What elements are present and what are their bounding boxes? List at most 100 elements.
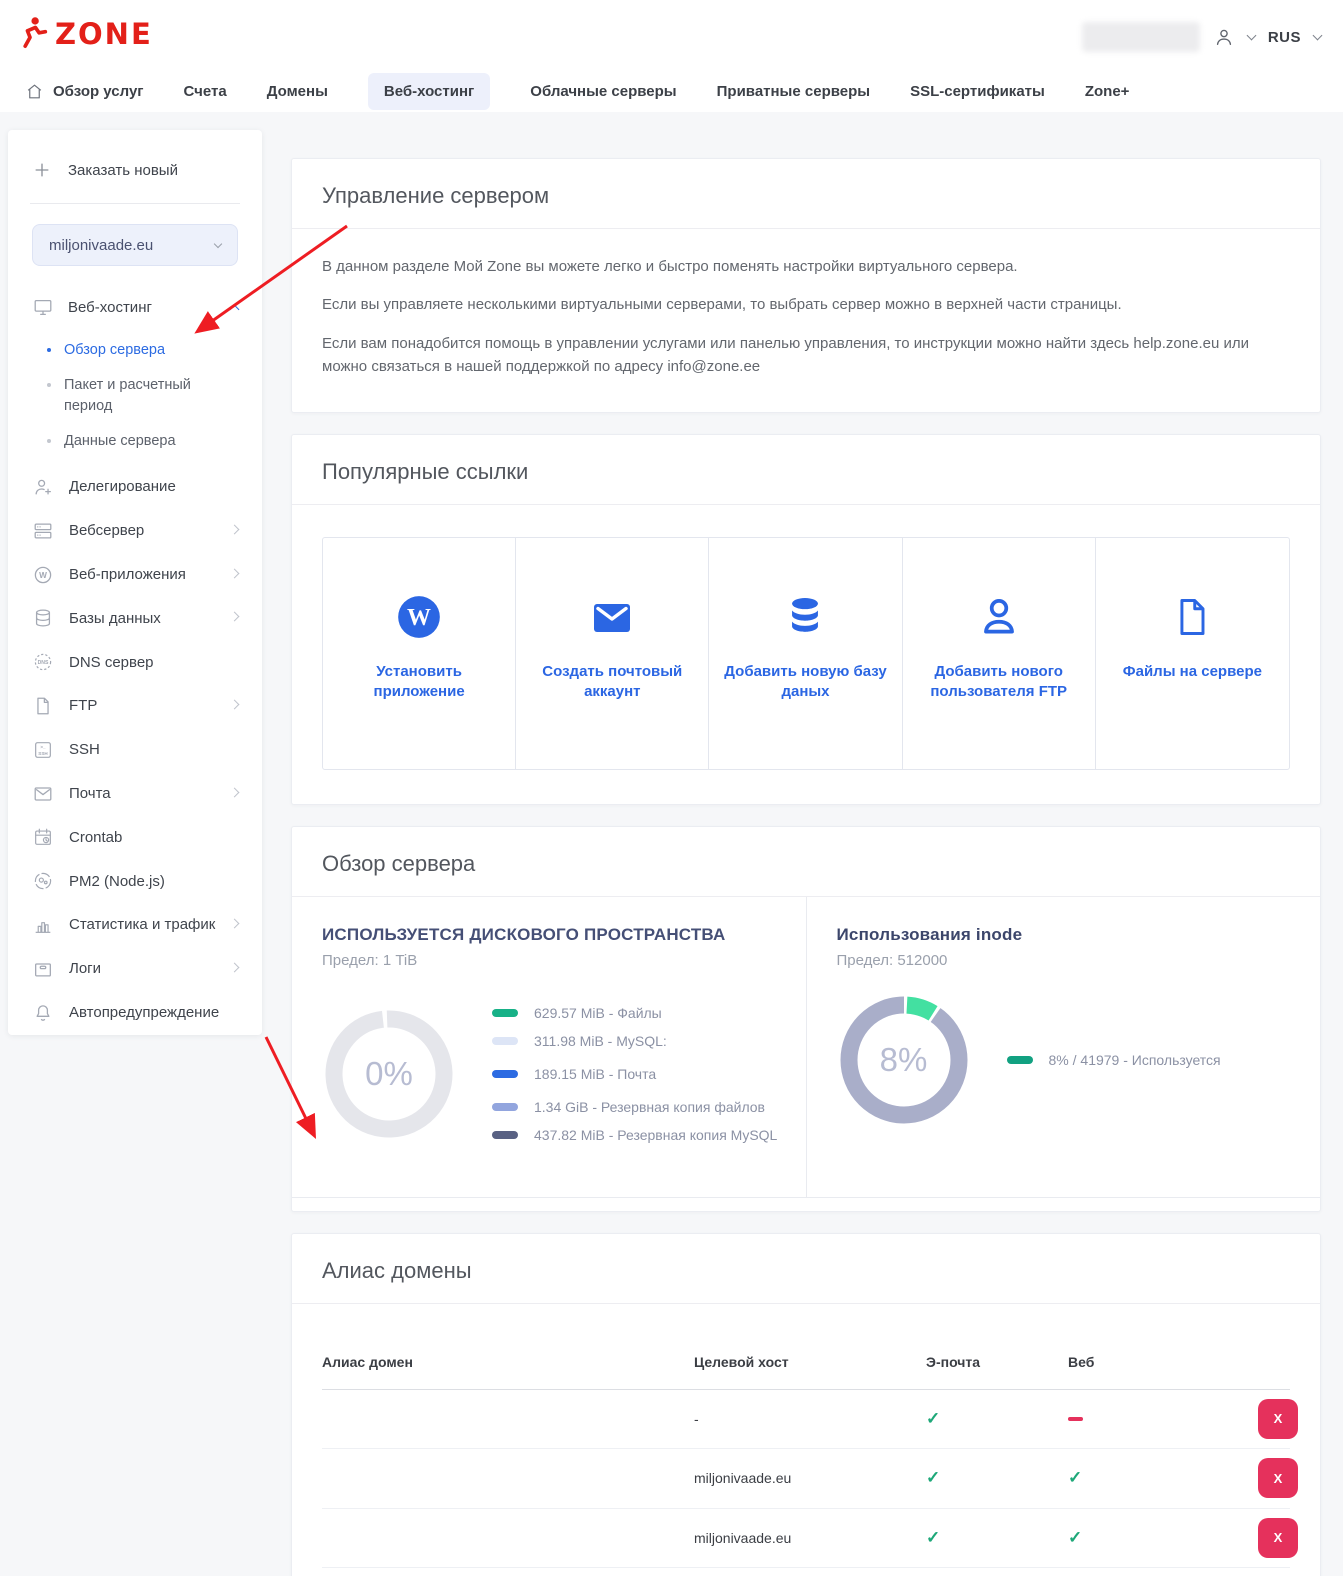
tab-cloud-servers[interactable]: Облачные серверы xyxy=(530,73,676,110)
disk-usage-heading: ИСПОЛЬЗУЕТСЯ ДИСКОВОГО ПРОСТРАНСТВА xyxy=(322,925,782,945)
legend-swatch xyxy=(492,1103,518,1111)
bell-icon xyxy=(32,1002,54,1024)
table-header-row: Алиас домен Целевой хост Э-почта Веб xyxy=(322,1320,1290,1390)
web-status-icon xyxy=(1068,1417,1083,1421)
legend-label: 437.82 MiB - Резервная копия MySQL xyxy=(534,1127,777,1143)
home-icon xyxy=(25,82,44,101)
sidebar-item-ssh[interactable]: >_ SSH SSH xyxy=(32,728,238,772)
sidebar-item-logs[interactable]: Логи xyxy=(32,947,238,991)
delete-alias-button[interactable]: X xyxy=(1258,1399,1298,1439)
wordpress-icon: W xyxy=(32,564,54,586)
legend-swatch xyxy=(1007,1056,1033,1064)
user-menu-chevron-icon[interactable] xyxy=(1246,31,1256,41)
svg-text:DNS: DNS xyxy=(38,660,49,666)
chevron-right-icon xyxy=(230,918,240,928)
tab-zone-plus[interactable]: Zone+ xyxy=(1085,73,1130,110)
tab-label: Zone+ xyxy=(1085,83,1130,100)
sidebar-item-server-overview[interactable]: Обзор сервера xyxy=(38,333,238,368)
logs-icon xyxy=(32,958,54,980)
email-status-icon xyxy=(926,1409,1068,1429)
tab-private-servers[interactable]: Приватные серверы xyxy=(717,73,870,110)
user-icon[interactable] xyxy=(1213,26,1235,48)
link-install-app[interactable]: W Установить приложение xyxy=(323,538,516,769)
tab-domains[interactable]: Домены xyxy=(267,73,328,110)
paragraph: Если вам понадобится помощь в управлении… xyxy=(322,332,1290,379)
monitor-icon xyxy=(32,296,54,318)
delete-alias-button[interactable]: X xyxy=(1258,1458,1298,1498)
link-label: Добавить нового пользователя FTP xyxy=(915,662,1083,703)
sidebar-item-statistics-traffic[interactable]: Статистика и трафик xyxy=(32,903,238,947)
sidebar-item-web-hosting[interactable]: Веб-хостинг xyxy=(32,296,238,318)
server-icon xyxy=(32,520,54,542)
selected-server: miljonivaade.eu xyxy=(49,237,153,254)
table-row: miljonivaade.eu X xyxy=(322,1509,1290,1569)
card-title: Популярные ссылки xyxy=(292,435,1320,504)
sidebar-item-mail[interactable]: Почта xyxy=(32,772,238,816)
pm2-icon xyxy=(32,870,54,892)
svg-text:W: W xyxy=(39,571,47,580)
chevron-right-icon xyxy=(230,612,240,622)
link-files-on-server[interactable]: Файлы на сервере xyxy=(1096,538,1289,769)
paragraph: В данном разделе Мой Zone вы можете легк… xyxy=(322,255,1290,278)
sidebar-item-ftp[interactable]: FTP xyxy=(32,684,238,728)
zone-logo[interactable]: zone xyxy=(16,14,153,55)
bullet-icon xyxy=(47,348,51,352)
sidebar-item-crontab[interactable]: Crontab xyxy=(32,815,238,859)
language-chevron-icon[interactable] xyxy=(1313,31,1323,41)
inode-usage-percent: 8% xyxy=(837,993,971,1127)
disk-usage-donut-chart: 0% xyxy=(322,1007,456,1141)
inode-usage-heading: Использования inode xyxy=(837,925,1297,945)
sidebar-item-databases[interactable]: Базы данных xyxy=(32,596,238,640)
sidebar-item-web-apps[interactable]: W Веб-приложения xyxy=(32,553,238,597)
legend-item: 8% / 41979 - Используется xyxy=(1007,1052,1221,1068)
menu-label: Вебсервер xyxy=(69,522,144,539)
sidebar-item-dns-server[interactable]: DNS DNS сервер xyxy=(32,640,238,684)
tab-invoices[interactable]: Счета xyxy=(184,73,227,110)
menu-label: Логи xyxy=(69,960,101,977)
legend-item: 311.98 MiB - MySQL: xyxy=(492,1033,777,1049)
link-label: Установить приложение xyxy=(335,662,503,703)
link-label: Файлы на сервере xyxy=(1108,662,1277,682)
logo-text: zone xyxy=(55,20,153,49)
sidebar-item-package-billing[interactable]: Пакет и расчетный период xyxy=(38,368,238,424)
menu-label: PM2 (Node.js) xyxy=(69,873,165,890)
link-create-mail-account[interactable]: Создать почтовый аккаунт xyxy=(516,538,709,769)
popular-links-card: Популярные ссылки W Установить приложени… xyxy=(291,434,1321,805)
target-host: miljonivaade.eu xyxy=(694,1530,926,1546)
tab-services-overview[interactable]: Обзор услуг xyxy=(25,72,144,111)
legend-label: 629.57 MiB - Файлы xyxy=(534,1005,662,1021)
order-new-button[interactable]: Заказать новый xyxy=(32,154,238,186)
sidebar-item-auto-warning[interactable]: Автопредупреждение xyxy=(32,991,238,1035)
legend-label: 189.15 MiB - Почта xyxy=(534,1066,656,1082)
delete-alias-button[interactable]: X xyxy=(1258,1518,1298,1558)
card-title: Обзор сервера xyxy=(292,827,1320,896)
wordpress-icon: W xyxy=(335,590,503,642)
ssh-icon: >_ SSH xyxy=(32,739,54,761)
menu-label: DNS сервер xyxy=(69,654,154,671)
server-overview-card: Обзор сервера ИСПОЛЬЗУЕТСЯ ДИСКОВОГО ПРО… xyxy=(291,826,1321,1212)
chevron-right-icon xyxy=(230,962,240,972)
sidebar-item-pm2[interactable]: PM2 (Node.js) xyxy=(32,859,238,903)
server-selector-dropdown[interactable]: miljonivaade.eu xyxy=(32,224,238,266)
menu-label: FTP xyxy=(69,697,97,714)
sidebar-item-server-data[interactable]: Данные сервера xyxy=(38,424,238,459)
legend-swatch xyxy=(492,1037,518,1045)
menu-label: Crontab xyxy=(69,829,122,846)
sidebar-item-delegation[interactable]: Делегирование xyxy=(32,465,238,509)
link-add-database[interactable]: Добавить новую базу даных xyxy=(709,538,902,769)
table-row: miljonivaade.eu X xyxy=(322,1568,1290,1576)
tab-ssl-certificates[interactable]: SSL-сертификаты xyxy=(910,73,1045,110)
table-row: miljonivaade.eu X xyxy=(322,1449,1290,1509)
chevron-right-icon xyxy=(230,787,240,797)
file-icon xyxy=(32,695,54,717)
language-selector[interactable]: RUS xyxy=(1268,29,1301,46)
link-add-ftp-user[interactable]: Добавить нового пользователя FTP xyxy=(903,538,1096,769)
legend-label: 1.34 GiB - Резервная копия файлов xyxy=(534,1099,765,1115)
tab-label: Облачные серверы xyxy=(530,83,676,100)
sidebar-item-webserver[interactable]: Вебсервер xyxy=(32,509,238,553)
chevron-right-icon xyxy=(230,524,240,534)
tab-web-hosting[interactable]: Веб-хостинг xyxy=(368,73,490,110)
link-label: Создать почтовый аккаунт xyxy=(528,662,696,703)
database-icon xyxy=(721,590,889,642)
target-host: miljonivaade.eu xyxy=(694,1470,926,1486)
